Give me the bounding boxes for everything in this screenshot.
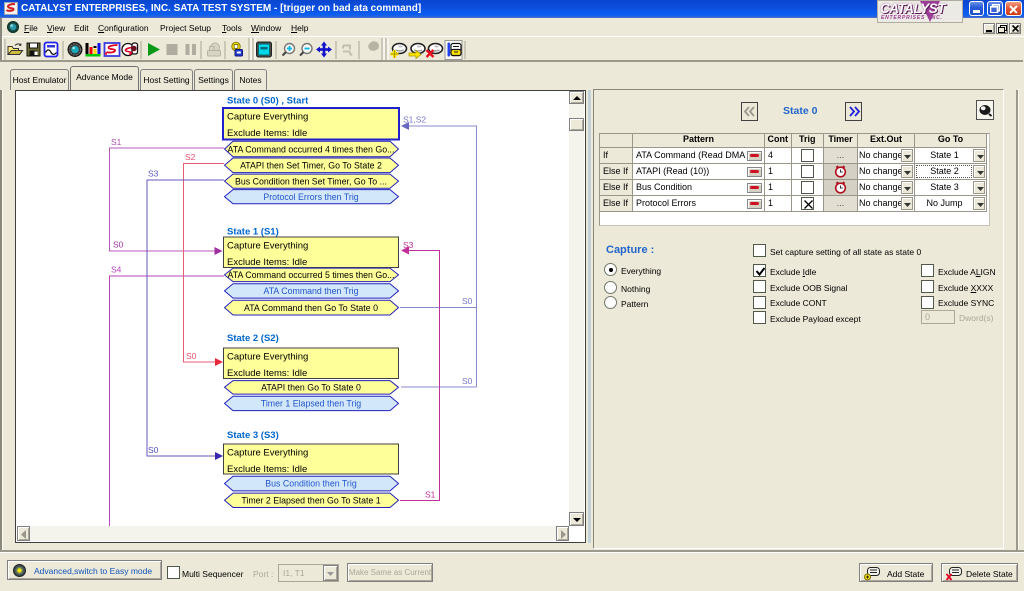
svg-text:State 0 (S0) , Start: State 0 (S0) , Start [227,96,309,107]
svg-text:S3: S3 [148,169,159,179]
svg-text:Exclude Items: Idle: Exclude Items: Idle [227,257,307,268]
svg-text:ATA Command occurred 4 times t: ATA Command occurred 4 times then Go... [228,144,395,154]
svg-text:ATA Command then Go To State 0: ATA Command then Go To State 0 [244,303,378,313]
svg-text:Protocol Errors then Trig: Protocol Errors then Trig [263,192,358,202]
svg-text:ATA Command occurred 5 times t: ATA Command occurred 5 times then Go... [228,270,395,280]
svg-text:S0: S0 [462,296,473,306]
svg-text:ATAPI then Set Timer, Go To St: ATAPI then Set Timer, Go To State 2 [240,161,382,171]
svg-text:Capture Everything: Capture Everything [227,112,308,123]
svg-text:Capture Everything: Capture Everything [227,241,308,252]
svg-text:S1: S1 [111,137,122,147]
svg-text:Exclude Items: Idle: Exclude Items: Idle [227,368,307,379]
svg-text:ATAPI then Go To State 0: ATAPI then Go To State 0 [261,383,361,393]
svg-text:S0: S0 [186,351,197,361]
svg-text:S0: S0 [113,240,124,250]
svg-text:State 1 (S1): State 1 (S1) [227,227,279,238]
svg-text:Bus Condition then Trig: Bus Condition then Trig [265,479,357,489]
svg-text:S3: S3 [403,240,414,250]
svg-text:S1,S2: S1,S2 [403,115,426,125]
svg-text:S2: S2 [185,152,196,162]
svg-text:S0: S0 [148,445,159,455]
svg-text:ATA Command then Trig: ATA Command then Trig [263,286,358,296]
svg-text:S1: S1 [425,490,436,500]
svg-text:S4: S4 [111,265,122,275]
svg-text:Capture Everything: Capture Everything [227,352,308,363]
svg-text:Timer 2 Elapsed then Go To Sta: Timer 2 Elapsed then Go To State 1 [241,496,380,506]
svg-text:Capture Everything: Capture Everything [227,448,308,459]
svg-text:Bus Condition then Set Timer,: Bus Condition then Set Timer, Go To ... [235,177,387,187]
svg-text:Exclude Items: Idle: Exclude Items: Idle [227,464,307,475]
svg-text:State 3 (S3): State 3 (S3) [227,430,279,441]
svg-text:S0: S0 [462,376,473,386]
svg-text:Exclude Items: Idle: Exclude Items: Idle [227,128,307,139]
svg-text:Timer 1 Elapsed then Trig: Timer 1 Elapsed then Trig [261,399,362,409]
svg-text:State 2 (S2): State 2 (S2) [227,333,279,344]
